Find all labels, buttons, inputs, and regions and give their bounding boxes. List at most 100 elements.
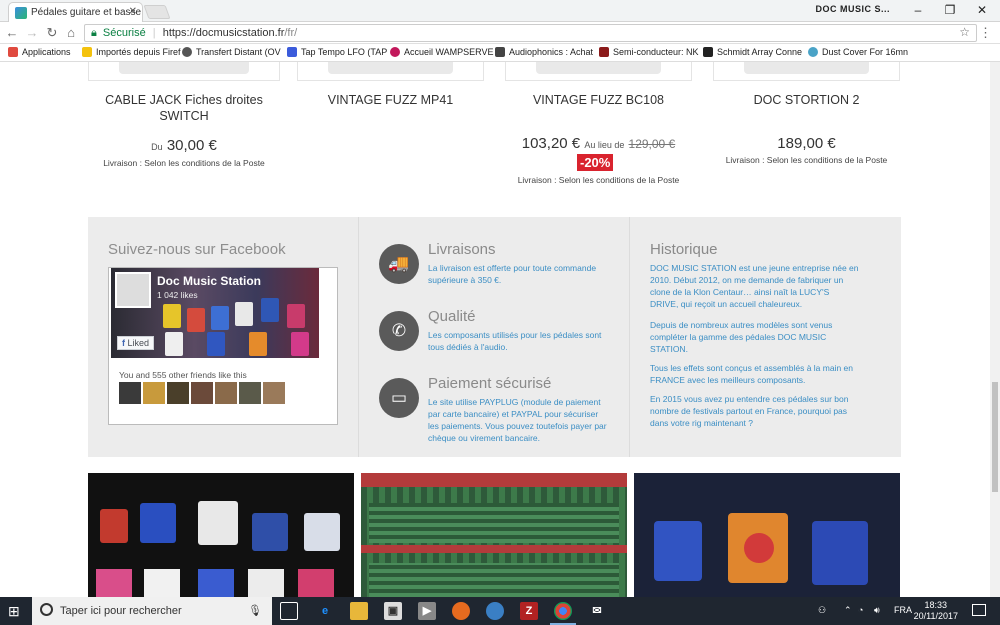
history-paragraph: Depuis de nombreux autres modèles sont v… — [650, 320, 833, 354]
bookmark-audiophonics[interactable]: Audiophonics : Achat — [495, 47, 593, 57]
forward-arrow-icon[interactable]: → — [24, 25, 40, 40]
product-title[interactable]: VINTAGE FUZZ BC108 — [505, 92, 692, 108]
chrome-icon[interactable] — [554, 602, 572, 620]
wampserver-icon — [390, 47, 400, 57]
bookmark-dust-cover[interactable]: Dust Cover For 16mn — [808, 47, 908, 57]
bookmark-folder[interactable]: Importés depuis Firef — [82, 47, 181, 57]
gallery-photo-circuit-boards[interactable] — [361, 473, 627, 597]
page-content: CABLE JACK Fiches droites SWITCH Du 30,0… — [0, 62, 990, 597]
bookmark-transfert[interactable]: Transfert Distant (OV — [182, 47, 281, 57]
taskbar-search-input[interactable]: Taper ici pour rechercher 🎙︎ — [32, 597, 272, 625]
bookmarks-bar: Applications Importés depuis Firef Trans… — [0, 44, 1000, 62]
transfer-icon — [182, 47, 192, 57]
service-text-livraisons: La livraison est offerte pour toute comm… — [428, 263, 597, 285]
store-icon[interactable]: ▣ — [384, 602, 402, 620]
bookmark-semiconducteur[interactable]: Semi-conducteur: NK — [599, 47, 699, 57]
volume-icon[interactable]: 🔊︎ — [874, 605, 880, 616]
product-title[interactable]: VINTAGE FUZZ MP41 — [297, 92, 484, 108]
facebook-page-name[interactable]: Doc Music Station — [157, 274, 261, 288]
pedal-image — [291, 332, 309, 356]
maximize-button[interactable]: ❐ — [940, 3, 960, 17]
bookmark-schmidt[interactable]: Schmidt Array Conne — [703, 47, 802, 57]
microphone-icon[interactable]: 🎙︎ — [248, 604, 262, 617]
browser-menu-icon[interactable]: ⋮ — [979, 25, 992, 41]
friend-avatar[interactable] — [143, 382, 165, 404]
network-icon[interactable]: ◔ — [858, 605, 863, 615]
history-title: Historique — [650, 241, 718, 258]
pedal-image — [812, 521, 868, 585]
windows-taskbar: ⊞ Taper ici pour rechercher 🎙︎ e ▣ ▶ Z ✉… — [0, 597, 1000, 625]
url-input[interactable]: 🔒︎ Sécurisé | https://docmusicstation.fr… — [84, 24, 977, 42]
facebook-page-avatar[interactable] — [115, 272, 151, 308]
new-tab-button[interactable] — [143, 5, 171, 19]
edge-browser-icon[interactable]: e — [316, 602, 334, 620]
bookmark-tap-tempo[interactable]: Tap Tempo LFO (TAP — [287, 47, 387, 57]
mail-icon[interactable]: ✉ — [588, 602, 606, 620]
board-rack — [361, 545, 627, 553]
close-window-button[interactable]: ✕ — [972, 3, 992, 17]
page-scrollbar[interactable] — [990, 62, 1000, 597]
filezilla-icon[interactable]: Z — [520, 602, 538, 620]
pedal-image — [235, 302, 253, 326]
bookmark-wampserver[interactable]: Accueil WAMPSERVE — [390, 47, 494, 57]
product-image[interactable] — [297, 62, 484, 81]
friend-avatar[interactable] — [263, 382, 285, 404]
discount-badge: -20% — [577, 154, 614, 171]
friend-avatar[interactable] — [215, 382, 237, 404]
friend-avatar[interactable] — [239, 382, 261, 404]
board-rack — [361, 473, 627, 487]
pedal-artwork — [744, 533, 774, 563]
pedal-image — [654, 521, 702, 581]
notifications-icon[interactable] — [972, 604, 986, 616]
language-indicator[interactable]: FRA — [894, 605, 912, 615]
pedal-image — [198, 501, 238, 545]
windows-start-icon[interactable]: ⊞ — [8, 603, 20, 620]
phone-icon: ✆ — [379, 311, 419, 351]
product-title[interactable]: CABLE JACK Fiches droites SWITCH — [88, 92, 280, 124]
minimize-button[interactable]: – — [908, 3, 928, 17]
truck-icon: 🚚 — [379, 244, 419, 284]
delivery-info: Livraison : Selon les conditions de la P… — [725, 155, 888, 165]
folder-icon — [82, 47, 92, 57]
tray-chevron-icon[interactable]: ⌃ — [844, 605, 852, 616]
file-explorer-icon[interactable] — [350, 602, 368, 620]
service-title-qualite: Qualité — [428, 308, 476, 325]
pedal-image — [304, 513, 340, 551]
bookmark-applications[interactable]: Applications — [8, 47, 71, 57]
facebook-f-icon: f — [122, 338, 125, 348]
service-text-paiement: Le site utilise PAYPLUG (module de paiem… — [428, 397, 607, 443]
facebook-cover[interactable]: Doc Music Station 1 042 likes f Liked — [111, 268, 319, 358]
schmidt-icon — [703, 47, 713, 57]
product-image[interactable] — [713, 62, 900, 81]
product-image[interactable] — [505, 62, 692, 81]
product-image[interactable] — [88, 62, 280, 81]
friend-avatar[interactable] — [167, 382, 189, 404]
reload-icon[interactable]: ↻ — [44, 25, 60, 41]
firefox-icon[interactable] — [452, 602, 470, 620]
pedal-image — [144, 569, 180, 597]
product-price: 189,00 € — [777, 135, 836, 152]
gallery-photo-pedalboard[interactable] — [88, 473, 354, 597]
gallery-photo-pedals[interactable] — [634, 473, 900, 597]
thunderbird-icon[interactable] — [486, 602, 504, 620]
scrollbar-thumb[interactable] — [992, 382, 998, 492]
people-icon[interactable]: ⚇ — [818, 605, 826, 616]
task-view-icon[interactable] — [280, 602, 298, 620]
media-player-icon[interactable]: ▶ — [418, 602, 436, 620]
home-icon[interactable]: ⌂ — [63, 25, 79, 40]
browser-tab[interactable]: Pédales guitare et basse ✕ — [8, 2, 143, 22]
column-divider — [629, 217, 630, 457]
product-title[interactable]: DOC STORTION 2 — [713, 92, 900, 108]
pedal-image — [287, 304, 305, 328]
friend-avatar[interactable] — [191, 382, 213, 404]
pedal-image — [252, 513, 288, 551]
tab-close-icon[interactable]: ✕ — [129, 6, 137, 17]
history-paragraph: Tous les effets sont conçus et assemblés… — [650, 363, 854, 385]
bookmark-star-icon[interactable]: ☆ — [959, 25, 970, 39]
facebook-widget[interactable]: Doc Music Station 1 042 likes f Liked Yo… — [108, 267, 338, 425]
facebook-liked-button[interactable]: f Liked — [117, 336, 155, 350]
system-clock[interactable]: 18:33 20/11/2017 — [914, 600, 958, 622]
pedal-image — [100, 509, 128, 543]
back-arrow-icon[interactable]: ← — [4, 25, 20, 40]
friend-avatar[interactable] — [119, 382, 141, 404]
